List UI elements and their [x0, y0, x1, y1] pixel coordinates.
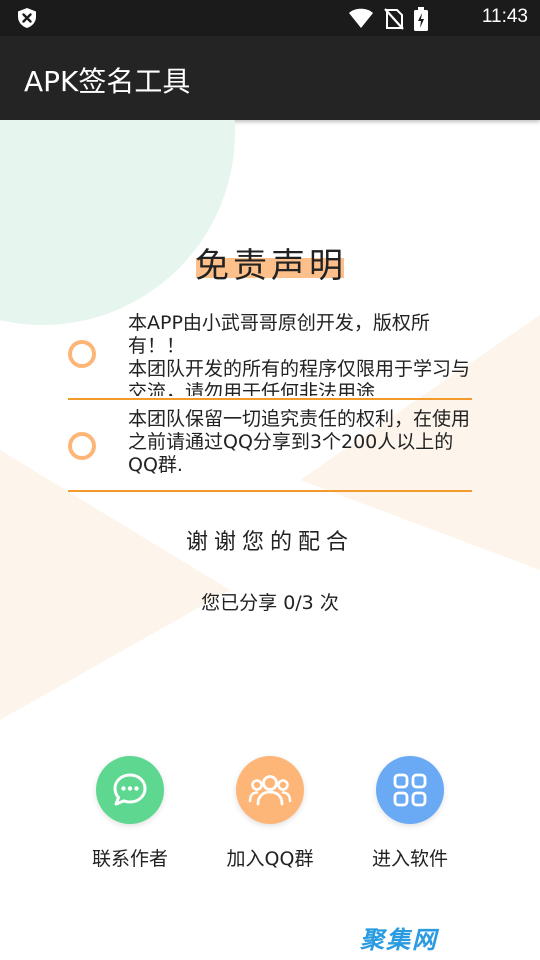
status-bar: 11:43	[0, 0, 540, 36]
notice-item: 本APP由小武哥哥原创开发，版权所有！！ 本团队开发的所有的程序仅限用于学习与交…	[68, 308, 472, 400]
share-count: 您已分享 0/3 次	[201, 592, 339, 614]
no-sim-icon	[384, 8, 404, 34]
app-bar: APK签名工具	[0, 36, 540, 120]
chat-icon[interactable]	[96, 756, 164, 824]
wifi-icon	[348, 8, 374, 34]
group-icon[interactable]	[236, 756, 304, 824]
shield-x-icon	[16, 7, 38, 33]
notice-item: 本团队保留一切追究责任的权利，在使用之前请通过QQ分享到3个200人以上的QQ群…	[68, 400, 472, 492]
apps-grid-icon[interactable]	[376, 756, 444, 824]
watermark-logo: 聚集网	[360, 926, 438, 954]
join-qq-group-button[interactable]: 加入QQ群	[210, 756, 330, 871]
notice-text: 本团队保留一切追究责任的权利，在使用之前请通过QQ分享到3个200人以上的QQ群…	[128, 408, 471, 476]
disclaimer-title: 免责声明	[195, 246, 347, 286]
thanks-text: 谢谢您的配合	[185, 530, 354, 555]
enter-app-button[interactable]: 进入软件	[350, 756, 470, 871]
app-title: APK签名工具	[24, 65, 191, 98]
contact-author-button[interactable]: 联系作者	[70, 756, 190, 871]
circle-bullet-icon	[68, 340, 96, 368]
enter-app-label: 进入软件	[371, 848, 448, 870]
join-qq-group-label: 加入QQ群	[226, 848, 314, 870]
contact-author-label: 联系作者	[91, 848, 168, 870]
status-clock: 11:43	[481, 6, 528, 27]
disclaimer-screen: 免责声明 本APP由小武哥哥原创开发，版权所有！！ 本团队开发的所有的程序仅限用…	[0, 120, 540, 960]
circle-bullet-icon	[68, 432, 96, 460]
battery-charging-icon	[414, 7, 428, 35]
notice-text: 本APP由小武哥哥原创开发，版权所有！！ 本团队开发的所有的程序仅限用于学习与交…	[128, 312, 471, 396]
